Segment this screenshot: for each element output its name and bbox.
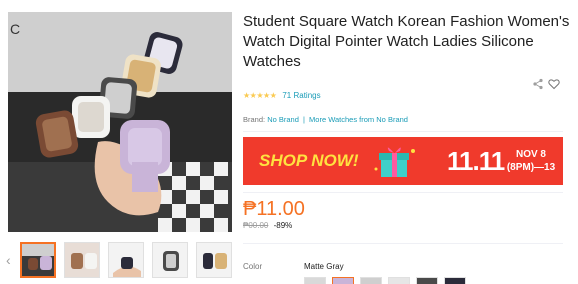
- campaign-banner[interactable]: SHOP NOW! 11.11 NOV 8 (8PM)—13: [243, 137, 563, 185]
- product-main-image[interactable]: C: [8, 12, 232, 232]
- color-swatch[interactable]: [360, 277, 382, 284]
- banner-event-text: 11.11: [447, 146, 505, 176]
- brand-label: Brand:: [243, 115, 266, 124]
- color-label: Color: [243, 262, 263, 271]
- color-swatch[interactable]: [388, 277, 410, 284]
- color-swatch[interactable]: [332, 277, 354, 284]
- original-price: ₱00.00: [243, 221, 269, 230]
- star-rating-icon: ★★★★★: [243, 90, 277, 100]
- banner-date-line1: NOV 8: [515, 149, 546, 160]
- color-swatches: [304, 277, 466, 284]
- banner-date: NOV 8 (8PM)—13: [501, 148, 561, 174]
- rating-row: ★★★★★ 71 Ratings: [243, 89, 321, 101]
- gift-box-icon: [374, 147, 415, 177]
- current-price: ₱11.00: [243, 198, 305, 220]
- svg-text:C: C: [10, 21, 20, 37]
- divider: [243, 192, 563, 193]
- heart-icon[interactable]: [548, 77, 560, 90]
- banner-date-line2: (8PM)—13: [506, 162, 556, 173]
- thumbnail-2[interactable]: [64, 242, 100, 278]
- share-icon[interactable]: [532, 77, 544, 90]
- color-swatch[interactable]: [304, 277, 326, 284]
- thumbnail-prev-arrow-icon[interactable]: ‹: [6, 252, 14, 268]
- brand-separator: |: [302, 115, 305, 124]
- thumbnail-4[interactable]: [152, 242, 188, 278]
- product-gallery: C: [8, 12, 232, 232]
- ratings-link[interactable]: 71 Ratings: [282, 91, 320, 100]
- thumbnail-3[interactable]: [108, 242, 144, 278]
- brand-link[interactable]: No Brand: [267, 115, 299, 124]
- banner-shop-now-text: SHOP NOW!: [259, 151, 359, 170]
- thumbnail-5[interactable]: [196, 242, 232, 278]
- more-from-brand-link[interactable]: More Watches from No Brand: [309, 115, 408, 124]
- thumbnail-strip: ‹: [6, 242, 234, 282]
- share-favorite-group: [532, 77, 560, 90]
- selected-color: Matte Gray: [304, 262, 344, 271]
- divider: [243, 243, 563, 244]
- divider: [243, 131, 563, 132]
- discount-badge: -89%: [273, 221, 293, 230]
- color-swatch[interactable]: [444, 277, 466, 284]
- original-price-row: ₱00.00 -89%: [243, 221, 292, 230]
- product-title: Student Square Watch Korean Fashion Wome…: [243, 13, 570, 70]
- color-swatch[interactable]: [416, 277, 438, 284]
- thumbnail-1[interactable]: [20, 242, 56, 278]
- brand-row: Brand: No Brand | More Watches from No B…: [243, 115, 408, 124]
